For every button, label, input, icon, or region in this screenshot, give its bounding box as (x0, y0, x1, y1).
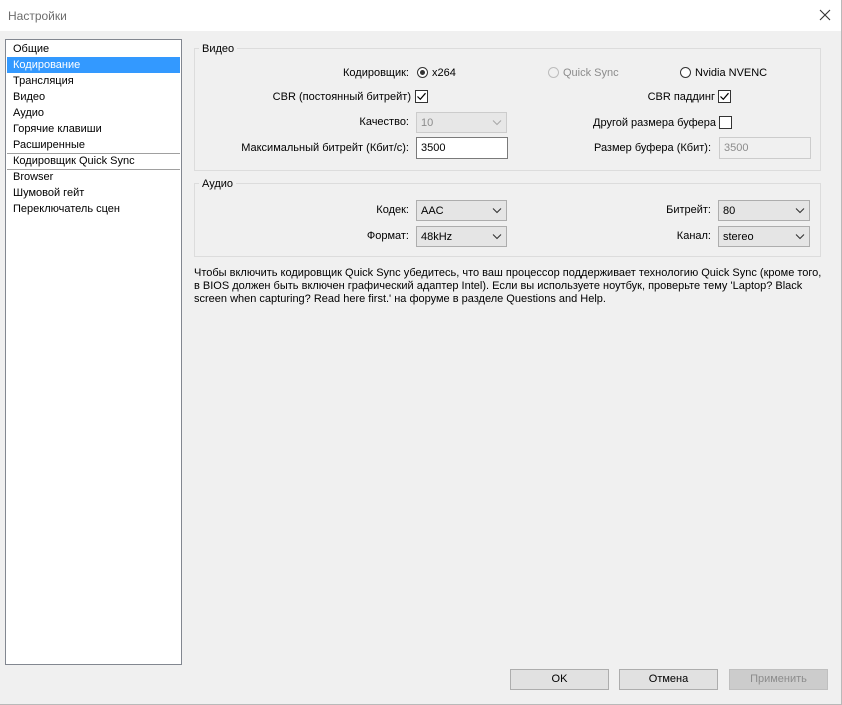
nav-item-scene-switcher[interactable]: Переключатель сцен (7, 201, 180, 217)
radio-x264[interactable] (417, 67, 428, 78)
format-label: Формат: (366, 230, 409, 242)
cbr-label: CBR (постоянный битрейт) (272, 91, 411, 103)
nav-item-browser[interactable]: Browser (7, 169, 180, 185)
chevron-down-icon (492, 234, 502, 240)
nav-item-quick-sync[interactable]: Кодировщик Quick Sync (7, 153, 180, 169)
chevron-down-icon (795, 208, 805, 214)
radio-quick-sync-label: Quick Sync (563, 67, 619, 79)
cancel-button[interactable]: Отмена (619, 669, 718, 690)
custom-buffer-checkbox[interactable] (719, 116, 732, 129)
codec-select[interactable]: AAC (416, 200, 507, 221)
radio-x264-label[interactable]: x264 (432, 66, 456, 80)
audio-bitrate-value: 80 (723, 205, 736, 217)
nav-item-broadcast[interactable]: Трансляция (7, 73, 180, 89)
radio-quick-sync (548, 67, 559, 78)
format-select[interactable]: 48kHz (416, 226, 507, 247)
max-bitrate-input[interactable]: 3500 (416, 137, 508, 159)
quality-value: 10 (421, 117, 434, 129)
radio-nvenc[interactable] (680, 67, 691, 78)
checkmark-icon (417, 92, 426, 101)
window-title: Настройки (8, 9, 67, 23)
chevron-down-icon (492, 120, 502, 126)
title-bar: Настройки (0, 0, 842, 31)
cbr-padding-label: CBR паддинг (647, 91, 715, 103)
nav-item-hotkeys[interactable]: Горячие клавиши (7, 121, 180, 137)
nav-item-noise-gate[interactable]: Шумовой гейт (7, 185, 180, 201)
radio-nvenc-label[interactable]: Nvidia NVENC (695, 66, 767, 80)
max-bitrate-value: 3500 (421, 142, 446, 154)
ok-button[interactable]: OK (510, 669, 609, 690)
audio-bitrate-select[interactable]: 80 (718, 200, 810, 221)
format-value: 48kHz (421, 231, 453, 243)
cbr-checkbox[interactable] (415, 90, 428, 103)
cbr-padding-checkbox[interactable] (718, 90, 731, 103)
quality-select: 10 (416, 112, 507, 133)
audio-group-title: Аудио (199, 177, 237, 191)
apply-button: Применить (729, 669, 828, 690)
nav-item-audio[interactable]: Аудио (7, 105, 180, 121)
custom-buffer-label: Другой размера буфера (593, 117, 716, 129)
nav-item-video[interactable]: Видео (7, 89, 180, 105)
chevron-down-icon (492, 208, 502, 214)
nav-item-encoding[interactable]: Кодирование (7, 57, 180, 73)
audio-bitrate-label: Битрейт: (666, 204, 711, 216)
quick-sync-info-text: Чтобы включить кодировщик Quick Sync убе… (194, 267, 822, 305)
nav-item-general[interactable]: Общие (7, 41, 180, 57)
encoder-label: Кодировщик: (343, 67, 409, 79)
channel-label: Канал: (676, 230, 711, 242)
max-bitrate-label: Максимальный битрейт (Кбит/с): (241, 142, 409, 154)
buffer-size-label: Размер буфера (Кбит): (593, 142, 711, 154)
codec-label: Кодек: (376, 204, 409, 216)
codec-value: AAC (421, 205, 444, 217)
buffer-size-value: 3500 (724, 142, 749, 154)
nav-item-advanced[interactable]: Расширенные (7, 137, 180, 153)
channel-select[interactable]: stereo (718, 226, 810, 247)
channel-value: stereo (723, 231, 754, 243)
settings-nav-list[interactable]: Общие Кодирование Трансляция Видео Аудио… (5, 39, 182, 665)
video-group-title: Видео (199, 42, 238, 56)
close-icon[interactable] (818, 8, 832, 22)
chevron-down-icon (795, 234, 805, 240)
buffer-size-input: 3500 (719, 137, 811, 159)
checkmark-icon (720, 92, 729, 101)
quality-label: Качество: (359, 116, 409, 128)
